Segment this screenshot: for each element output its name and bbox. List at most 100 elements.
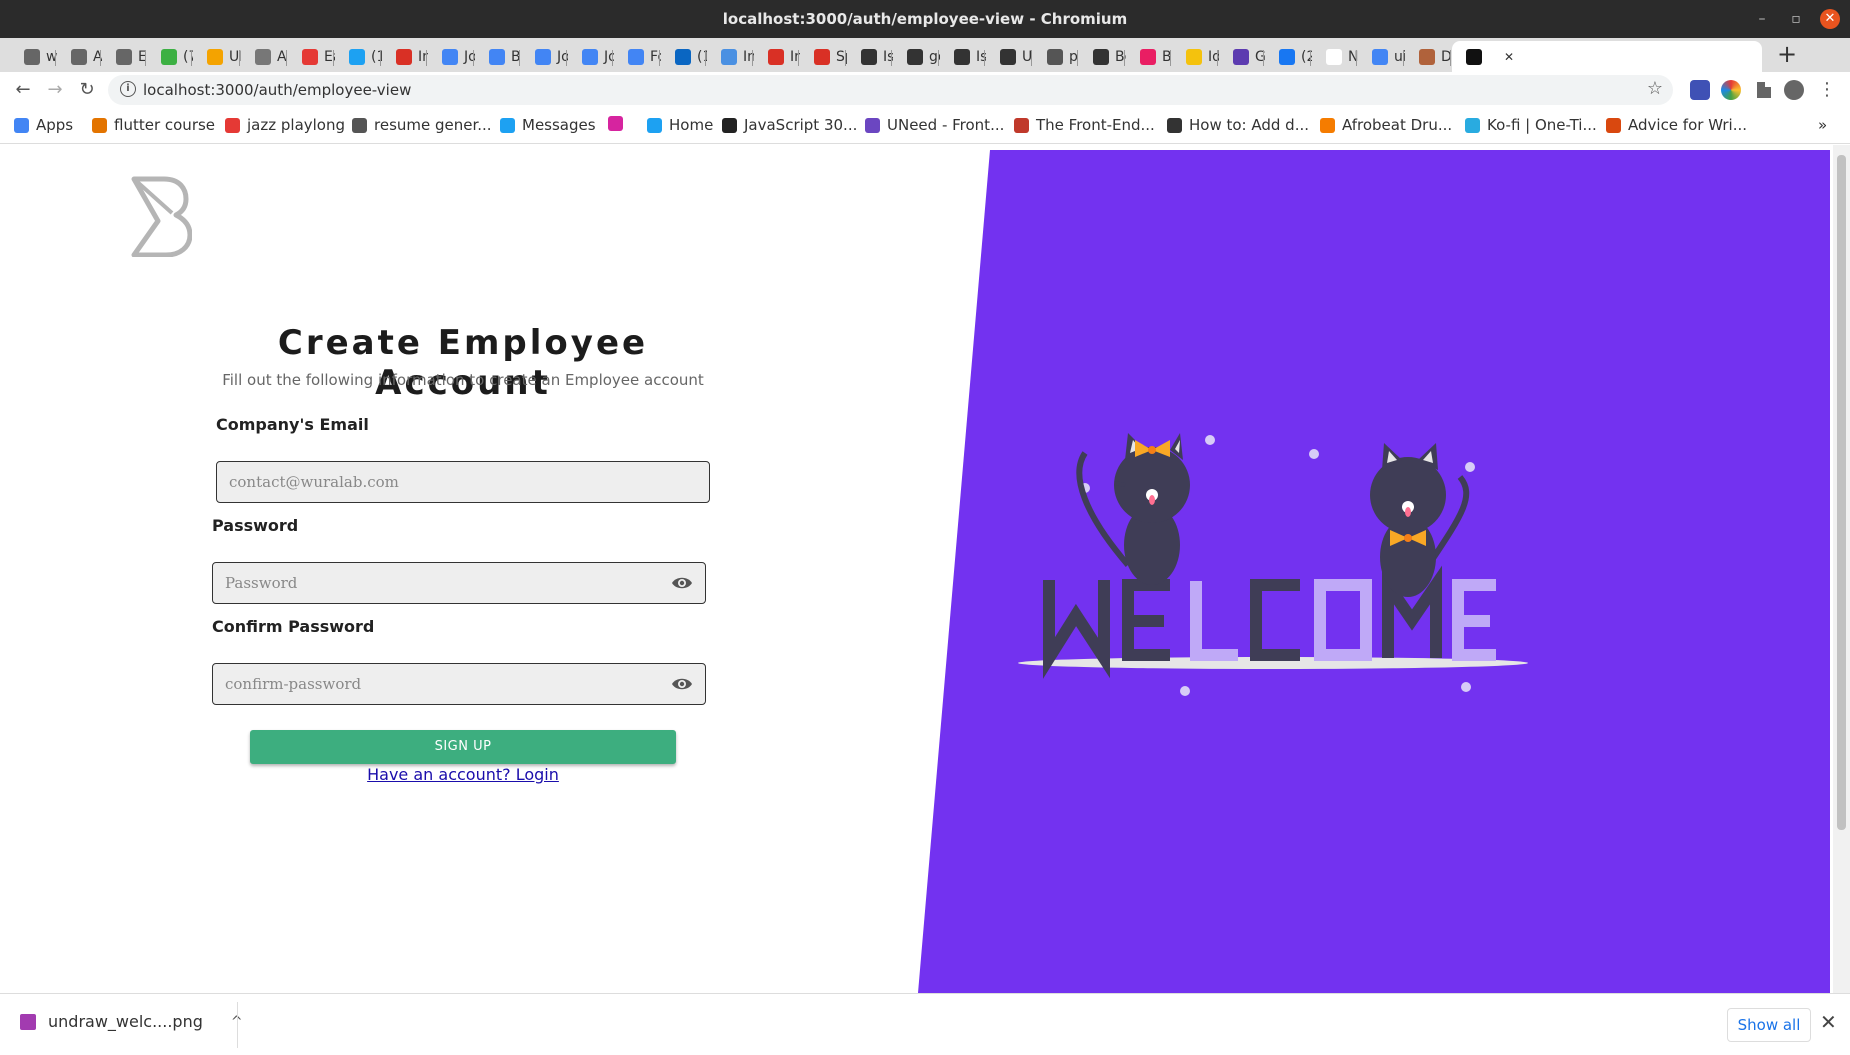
- more-bookmarks-icon[interactable]: »: [1818, 116, 1827, 134]
- browser-tab[interactable]: Inl: [754, 41, 800, 72]
- bookmark-label: Advice for Wri...: [1628, 116, 1747, 134]
- browser-tab[interactable]: Fo: [614, 41, 661, 72]
- browser-tab[interactable]: Jo: [428, 41, 475, 72]
- browser-tab[interactable]: Up: [986, 41, 1033, 72]
- back-icon[interactable]: ←: [10, 77, 36, 103]
- browser-tab[interactable]: Di: [1405, 41, 1452, 72]
- email-input[interactable]: [229, 462, 648, 501]
- download-filename[interactable]: undraw_welc....png: [48, 1012, 203, 1031]
- bookmark-item[interactable]: Apps: [14, 116, 73, 134]
- bookmark-favicon-icon: [608, 116, 623, 131]
- bookmark-item[interactable]: How to: Add d...: [1167, 116, 1309, 134]
- browser-tab[interactable]: (7): [147, 41, 193, 72]
- close-tab-icon[interactable]: ✕: [1504, 50, 1514, 64]
- color-extension-icon[interactable]: [1721, 80, 1741, 100]
- browser-tab[interactable]: A: [57, 41, 102, 72]
- browser-tab[interactable]: (1): [335, 41, 382, 72]
- browser-tab[interactable]: Bc: [1126, 41, 1172, 72]
- bookmark-item[interactable]: Afrobeat Dru...: [1320, 116, 1452, 134]
- site-info-icon[interactable]: i: [120, 81, 136, 97]
- bookmark-item[interactable]: Ko-fi | One-Ti...: [1465, 116, 1597, 134]
- browser-tab[interactable]: (2: [1265, 41, 1312, 72]
- browser-tab[interactable]: (1): [661, 41, 707, 72]
- tab-favicon-icon: [1279, 48, 1295, 65]
- confirm-password-input[interactable]: [225, 664, 644, 703]
- tab-strip: wiAEd(7)UIAFEa(1)InlJoBaJoJoFo(1)InlInlS…: [0, 38, 1850, 72]
- reload-icon[interactable]: ↻: [74, 77, 100, 103]
- tab-separator: [1124, 50, 1125, 66]
- bookmark-favicon-icon: [1014, 117, 1029, 133]
- new-tab-icon[interactable]: +: [1773, 41, 1801, 69]
- profile-avatar-icon[interactable]: [1784, 80, 1804, 100]
- address-bar[interactable]: i localhost:3000/auth/employee-view ☆: [108, 75, 1673, 105]
- browser-tab[interactable]: ✕: [1452, 41, 1762, 72]
- show-all-button[interactable]: Show all: [1727, 1008, 1811, 1042]
- tab-favicon-icon: [24, 48, 40, 65]
- sign-up-button[interactable]: SIGN UP: [250, 730, 676, 764]
- download-item[interactable]: undraw_welc....png ^: [20, 1012, 243, 1031]
- confirm-password-field[interactable]: [212, 663, 706, 705]
- scrollbar-thumb[interactable]: [1837, 155, 1846, 830]
- email-label: Company's Email: [216, 415, 369, 434]
- browser-tab[interactable]: Jo: [568, 41, 614, 72]
- browser-tab[interactable]: wi: [10, 41, 57, 72]
- extension-icon[interactable]: [1690, 80, 1710, 100]
- bookmark-favicon-icon: [1606, 117, 1621, 133]
- password-input[interactable]: [225, 563, 644, 602]
- maximize-icon[interactable]: ▫: [1786, 9, 1806, 29]
- browser-tab[interactable]: Jo: [521, 41, 568, 72]
- browser-tab[interactable]: Inl: [707, 41, 754, 72]
- browser-tab[interactable]: Isr: [940, 41, 986, 72]
- bookmark-item[interactable]: Messages: [500, 116, 596, 134]
- eye-icon[interactable]: [671, 675, 693, 693]
- bookmark-item[interactable]: [608, 116, 623, 131]
- tab-separator: [984, 50, 985, 66]
- browser-tab[interactable]: Iss: [847, 41, 893, 72]
- menu-kebab-icon[interactable]: ⋮: [1814, 77, 1840, 103]
- browser-tab[interactable]: Id: [1172, 41, 1219, 72]
- tab-separator: [1403, 50, 1404, 66]
- browser-tab[interactable]: Ea: [288, 41, 335, 72]
- browser-tab[interactable]: UI: [193, 41, 241, 72]
- browser-tab[interactable]: New: [1312, 41, 1358, 72]
- bookmark-item[interactable]: Home: [647, 116, 713, 134]
- bookmark-item[interactable]: jazz playlong: [225, 116, 345, 134]
- browser-tab[interactable]: Inl: [382, 41, 428, 72]
- forward-icon[interactable]: →: [42, 77, 68, 103]
- address-url[interactable]: localhost:3000/auth/employee-view: [143, 81, 411, 99]
- browser-tab[interactable]: Bc: [1079, 41, 1126, 72]
- tab-separator: [380, 50, 381, 66]
- browser-tab[interactable]: AF: [241, 41, 288, 72]
- close-window-icon[interactable]: ✕: [1820, 9, 1840, 29]
- browser-tab[interactable]: Sp: [800, 41, 847, 72]
- login-link[interactable]: Have an account? Login: [250, 765, 676, 784]
- bookmark-item[interactable]: flutter course: [92, 116, 215, 134]
- bookmark-item[interactable]: resume gener...: [352, 116, 492, 134]
- browser-tab[interactable]: pr: [1033, 41, 1079, 72]
- browser-tab[interactable]: Ba: [475, 41, 521, 72]
- browser-tab[interactable]: Ed: [102, 41, 147, 72]
- browser-tab[interactable]: ui: [1358, 41, 1405, 72]
- email-field[interactable]: [216, 461, 710, 503]
- bookmark-item[interactable]: The Front-End...: [1014, 116, 1155, 134]
- bookmark-favicon-icon: [1465, 117, 1480, 133]
- puzzle-extensions-icon[interactable]: [1757, 82, 1771, 98]
- tab-favicon-icon: [1466, 48, 1482, 65]
- bookmark-item[interactable]: Advice for Wri...: [1606, 116, 1747, 134]
- eye-icon[interactable]: [671, 574, 693, 592]
- browser-tab[interactable]: gc: [893, 41, 940, 72]
- tab-separator: [473, 50, 474, 66]
- browser-tab[interactable]: G: [1219, 41, 1265, 72]
- tab-favicon-icon: [954, 48, 970, 65]
- bookmark-label: UNeed - Front...: [887, 116, 1005, 134]
- bookmark-item[interactable]: JavaScript 30...: [722, 116, 857, 134]
- password-field[interactable]: [212, 562, 706, 604]
- page-scrollbar[interactable]: [1833, 145, 1850, 993]
- tab-favicon-icon: [1233, 48, 1249, 65]
- tab-favicon-icon: [1000, 48, 1016, 65]
- tab-separator: [55, 50, 56, 66]
- bookmark-item[interactable]: UNeed - Front...: [865, 116, 1004, 134]
- bookmark-star-icon[interactable]: ☆: [1647, 78, 1663, 99]
- close-downloads-icon[interactable]: ✕: [1820, 1010, 1837, 1034]
- minimize-icon[interactable]: –: [1752, 9, 1772, 29]
